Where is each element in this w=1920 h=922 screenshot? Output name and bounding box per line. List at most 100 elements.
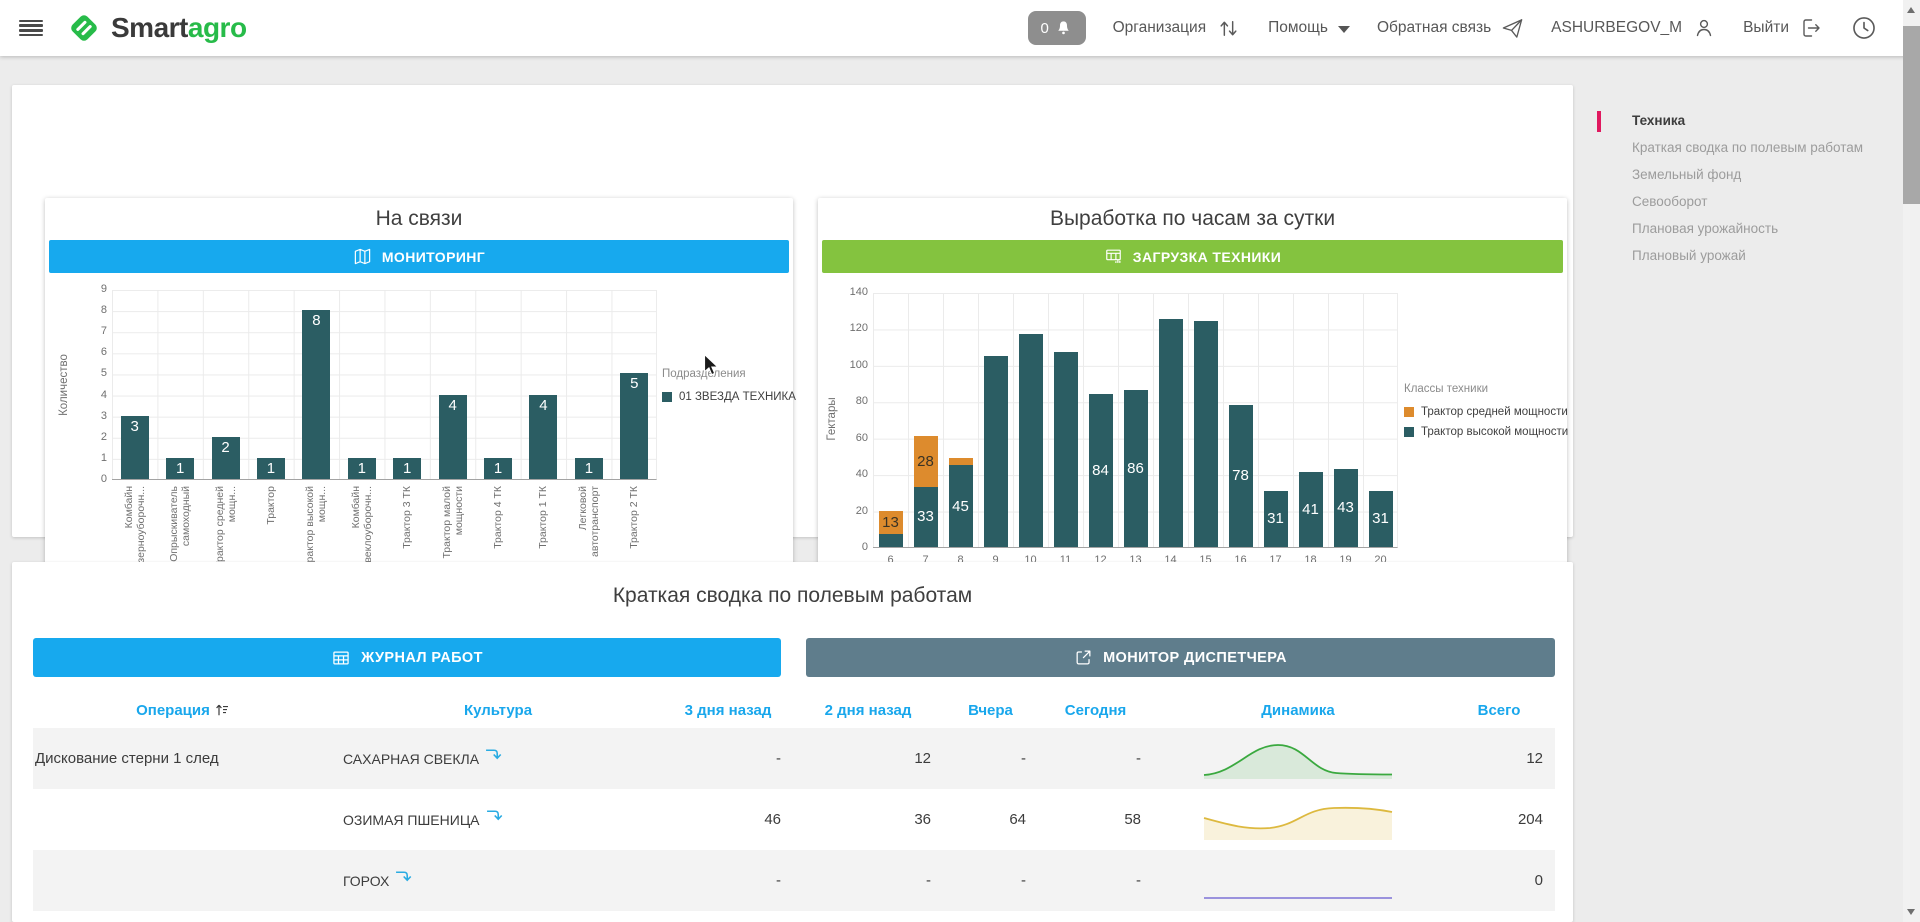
column-header-2-days-ago[interactable]: 2 дня назад [793, 702, 943, 719]
column-header-culture[interactable]: Культура [333, 702, 663, 719]
bar-segment[interactable]: 4 [529, 395, 557, 479]
notification-count-badge: 0 [1040, 20, 1048, 37]
bar-segment[interactable]: 3 [121, 416, 149, 479]
paper-plane-icon [1501, 17, 1524, 40]
stacked-bar-segment-high-power[interactable] [984, 356, 1008, 547]
cell-3-days-ago: - [663, 750, 793, 767]
stacked-bar-segment-high-power[interactable] [1054, 352, 1078, 547]
sidebar-item-6[interactable]: Плановый урожай [1597, 247, 1897, 265]
history-button[interactable] [1850, 14, 1878, 42]
y-axis-tick-label: 120 [830, 322, 868, 334]
stacked-bar-segment-high-power[interactable]: 45 [949, 465, 973, 547]
cell-total: 0 [1443, 872, 1555, 889]
work-journal-button[interactable]: ЖУРНАЛ РАБОТ [33, 638, 781, 677]
sidebar-nav: Техника Краткая сводка по полевым работам… [1597, 112, 1897, 274]
hamburger-menu-icon[interactable] [19, 20, 43, 37]
logout-label: Выйти [1743, 19, 1789, 37]
bar-segment[interactable]: 4 [439, 395, 467, 479]
stacked-bar-segment-high-power[interactable] [1019, 334, 1043, 547]
sidebar-item-2[interactable]: Краткая сводка по полевым работам [1597, 139, 1897, 157]
sidebar-item-3[interactable]: Земельный фонд [1597, 166, 1897, 184]
stacked-bar-segment-high-power[interactable]: 31 [1369, 491, 1393, 547]
bar-value-label: 8 [302, 312, 330, 329]
cell-culture: САХАРНАЯ СВЕКЛА [333, 751, 663, 767]
output-chart-legend: Классы техникиТрактор средней мощностиТр… [1404, 383, 1564, 446]
y-axis-tick-label: 8 [69, 304, 107, 316]
legend-title: Подразделения [662, 368, 790, 380]
stacked-bar-segment-high-power[interactable]: 78 [1229, 405, 1253, 547]
stacked-bar-segment-medium-power[interactable]: 28 [914, 436, 938, 487]
organization-menu[interactable]: Организация [1113, 16, 1241, 41]
monitoring-button[interactable]: МОНИТОРИНГ [49, 240, 789, 273]
legend-item[interactable]: Трактор средней мощности [1404, 406, 1564, 418]
table-body: Дискование стерни 1 следСАХАРНАЯ СВЕКЛА-… [33, 728, 1555, 911]
user-menu[interactable]: ASHURBEGOV_M [1551, 16, 1716, 40]
bar-segment[interactable]: 1 [575, 458, 603, 479]
sparkline-amber-wave [1200, 799, 1396, 841]
cell-dynamics [1153, 860, 1443, 902]
column-header-total[interactable]: Всего [1443, 702, 1555, 719]
sidebar-item-1[interactable]: Техника [1597, 112, 1897, 130]
stacked-bar-segment-high-power[interactable] [1159, 319, 1183, 547]
column-header-3-days-ago[interactable]: 3 дня назад [663, 702, 793, 719]
feedback-link[interactable]: Обратная связь [1377, 17, 1524, 40]
culture-name: ГОРОХ [343, 873, 389, 889]
logout-button[interactable]: Выйти [1743, 16, 1823, 40]
equipment-load-button[interactable]: ЗАГРУЗКА ТЕХНИКИ [822, 240, 1563, 273]
legend-label: Трактор средней мощности [1421, 406, 1568, 418]
column-header-today[interactable]: Сегодня [1038, 702, 1153, 719]
sidebar-item-4[interactable]: Севооборот [1597, 193, 1897, 211]
y-axis-tick-label: 0 [830, 541, 868, 553]
stacked-bar-segment-medium-power[interactable] [949, 458, 973, 465]
bar-value-label: 5 [620, 375, 648, 392]
sidebar-item-5[interactable]: Плановая урожайность [1597, 220, 1897, 238]
stacked-bar-segment-high-power[interactable]: 43 [1334, 469, 1358, 547]
stacked-bar-segment-high-power[interactable] [879, 534, 903, 547]
y-axis-tick-label: 0 [69, 473, 107, 485]
help-label: Помощь [1268, 19, 1328, 37]
legend-swatch [1404, 407, 1414, 417]
bar-segment[interactable]: 1 [484, 458, 512, 479]
drilldown-icon[interactable] [486, 807, 503, 824]
help-menu[interactable]: Помощь [1268, 19, 1350, 37]
y-axis-tick-label: 20 [830, 505, 868, 517]
online-chart-title: На связи [45, 207, 793, 231]
table-row: ОЗИМАЯ ПШЕНИЦА46366458204 [33, 789, 1555, 850]
drilldown-icon[interactable] [485, 746, 502, 763]
bar-segment[interactable]: 8 [302, 310, 330, 479]
scrollbar-down-arrow[interactable] [1907, 909, 1915, 915]
dispatcher-monitor-button-label: МОНИТОР ДИСПЕТЧЕРА [1103, 650, 1287, 666]
sidebar-item-label: Земельный фонд [1632, 167, 1741, 182]
bar-segment[interactable]: 1 [348, 458, 376, 479]
stacked-bar-segment-high-power[interactable] [1194, 321, 1218, 547]
stacked-bar-segment-high-power[interactable]: 86 [1124, 390, 1148, 547]
stacked-bar-segment-high-power[interactable]: 33 [914, 487, 938, 547]
bar-value-label: 1 [484, 460, 512, 477]
bar-segment[interactable]: 1 [393, 458, 421, 479]
bar-segment[interactable]: 2 [212, 437, 240, 479]
bar-segment[interactable]: 1 [166, 458, 194, 479]
stacked-bar-segment-high-power[interactable]: 41 [1299, 472, 1323, 547]
legend-item[interactable]: 01 ЗВЕЗДА ТЕХНИКА [662, 391, 790, 403]
stacked-bar-segment-high-power[interactable]: 31 [1264, 491, 1288, 547]
legend-item[interactable]: Трактор высокой мощности [1404, 426, 1564, 438]
culture-name: ОЗИМАЯ ПШЕНИЦА [343, 812, 480, 828]
cell-today: 58 [1038, 811, 1153, 828]
scrollbar-up-arrow[interactable] [1907, 7, 1915, 13]
cell-2-days-ago: 12 [793, 750, 943, 767]
stacked-bar-segment-high-power[interactable]: 84 [1089, 394, 1113, 547]
column-header-yesterday[interactable]: Вчера [943, 702, 1038, 719]
column-header-dynamics[interactable]: Динамика [1153, 702, 1443, 719]
app-logo[interactable]: Smartagro [65, 9, 247, 47]
online-chart-card: На связи МОНИТОРИНГ Количество 312181141… [45, 198, 793, 579]
vertical-scrollbar[interactable] [1903, 0, 1920, 922]
scrollbar-thumb[interactable] [1903, 26, 1920, 204]
bar-segment[interactable]: 1 [257, 458, 285, 479]
column-header-operation[interactable]: Операция [33, 702, 333, 719]
bar-segment[interactable]: 5 [620, 373, 648, 479]
y-axis-tick-label: 2 [69, 431, 107, 443]
stacked-bar-segment-medium-power[interactable]: 13 [879, 511, 903, 535]
notifications-button[interactable]: 0 [1028, 11, 1086, 45]
drilldown-icon[interactable] [395, 868, 412, 885]
dispatcher-monitor-button[interactable]: МОНИТОР ДИСПЕТЧЕРА [806, 638, 1555, 677]
